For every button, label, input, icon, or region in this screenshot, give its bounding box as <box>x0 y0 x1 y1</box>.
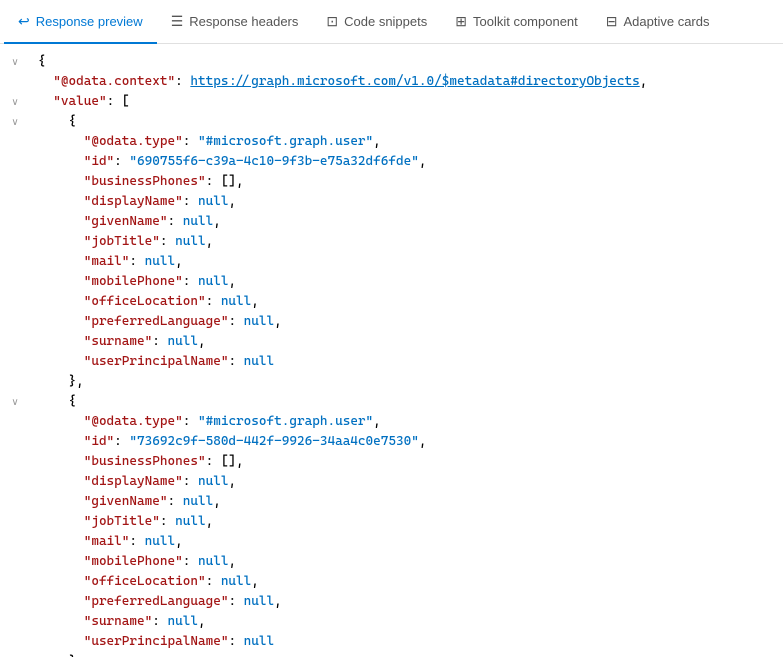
json-line-8: "displayName": null, <box>38 192 775 212</box>
json-line-10: "jobTitle": null, <box>38 232 775 252</box>
json-line-28: "preferredLanguage": null, <box>38 592 775 612</box>
json-line-17: }, <box>38 372 775 392</box>
app-container: ↩ Response preview ☰ Response headers ⊡ … <box>0 0 783 665</box>
tab-toolkit-component[interactable]: ⊞ Toolkit component <box>441 1 592 44</box>
json-line-14: "preferredLanguage": null, <box>38 312 775 332</box>
tab-response-headers[interactable]: ☰ Response headers <box>157 1 313 44</box>
json-line-9: "givenName": null, <box>38 212 775 232</box>
json-line-29: "surname": null, <box>38 612 775 632</box>
response-headers-icon: ☰ <box>171 13 184 30</box>
odata-context-url[interactable]: https://graph.microsoft.com/v1.0/$metada… <box>190 72 639 92</box>
json-line-26: "mobilePhone": null, <box>38 552 775 572</box>
tab-response-headers-label: Response headers <box>189 14 298 29</box>
tab-toolkit-component-label: Toolkit component <box>473 14 578 29</box>
json-line-19: "@odata.type": "#microsoft.graph.user", <box>38 412 775 432</box>
adaptive-cards-icon: ⊟ <box>606 13 618 30</box>
tab-adaptive-cards-label: Adaptive cards <box>624 14 710 29</box>
collapse-4[interactable]: ∨ <box>8 117 22 128</box>
gutter: ∨ ∨ ∨ <box>0 52 30 657</box>
tab-response-preview[interactable]: ↩ Response preview <box>4 1 157 44</box>
json-line-25: "mail": null, <box>38 532 775 552</box>
json-line-5: "@odata.type": "#microsoft.graph.user", <box>38 132 775 152</box>
tab-bar: ↩ Response preview ☰ Response headers ⊡ … <box>0 0 783 44</box>
json-line-15: "surname": null, <box>38 332 775 352</box>
json-line-23: "givenName": null, <box>38 492 775 512</box>
json-line-24: "jobTitle": null, <box>38 512 775 532</box>
json-line-22: "displayName": null, <box>38 472 775 492</box>
tab-response-preview-label: Response preview <box>36 14 143 29</box>
collapse-3[interactable]: ∨ <box>8 97 22 108</box>
json-line-2: "@odata.context": https://graph.microsof… <box>38 72 775 92</box>
json-line-12: "mobilePhone": null, <box>38 272 775 292</box>
json-line-27: "officeLocation": null, <box>38 572 775 592</box>
json-line-31: }, <box>38 652 775 657</box>
json-line-4: { <box>38 112 775 132</box>
tab-code-snippets[interactable]: ⊡ Code snippets <box>312 1 441 44</box>
json-line-11: "mail": null, <box>38 252 775 272</box>
json-line-3: "value": [ <box>38 92 775 112</box>
json-line-13: "officeLocation": null, <box>38 292 775 312</box>
code-snippets-icon: ⊡ <box>326 13 338 30</box>
json-line-20: "id": "73692c9f-580d-442f-9926-34aa4c0e7… <box>38 432 775 452</box>
json-line-6: "id": "690755f6-c39a-4c10-9f3b-e75a32df6… <box>38 152 775 172</box>
collapse-18[interactable]: ∨ <box>8 397 22 408</box>
collapse-1[interactable]: ∨ <box>8 57 22 68</box>
tab-adaptive-cards[interactable]: ⊟ Adaptive cards <box>592 1 724 44</box>
json-line-30: "userPrincipalName": null <box>38 632 775 652</box>
json-content: { "@odata.context": https://graph.micros… <box>30 52 783 657</box>
response-preview-icon: ↩ <box>18 13 30 30</box>
json-line-21: "businessPhones": [], <box>38 452 775 472</box>
json-line-7: "businessPhones": [], <box>38 172 775 192</box>
json-line-18: { <box>38 392 775 412</box>
json-line-16: "userPrincipalName": null <box>38 352 775 372</box>
content-area: ∨ ∨ ∨ <box>0 44 783 665</box>
tab-code-snippets-label: Code snippets <box>344 14 427 29</box>
toolkit-component-icon: ⊞ <box>455 13 467 30</box>
json-line-1: { <box>38 52 775 72</box>
